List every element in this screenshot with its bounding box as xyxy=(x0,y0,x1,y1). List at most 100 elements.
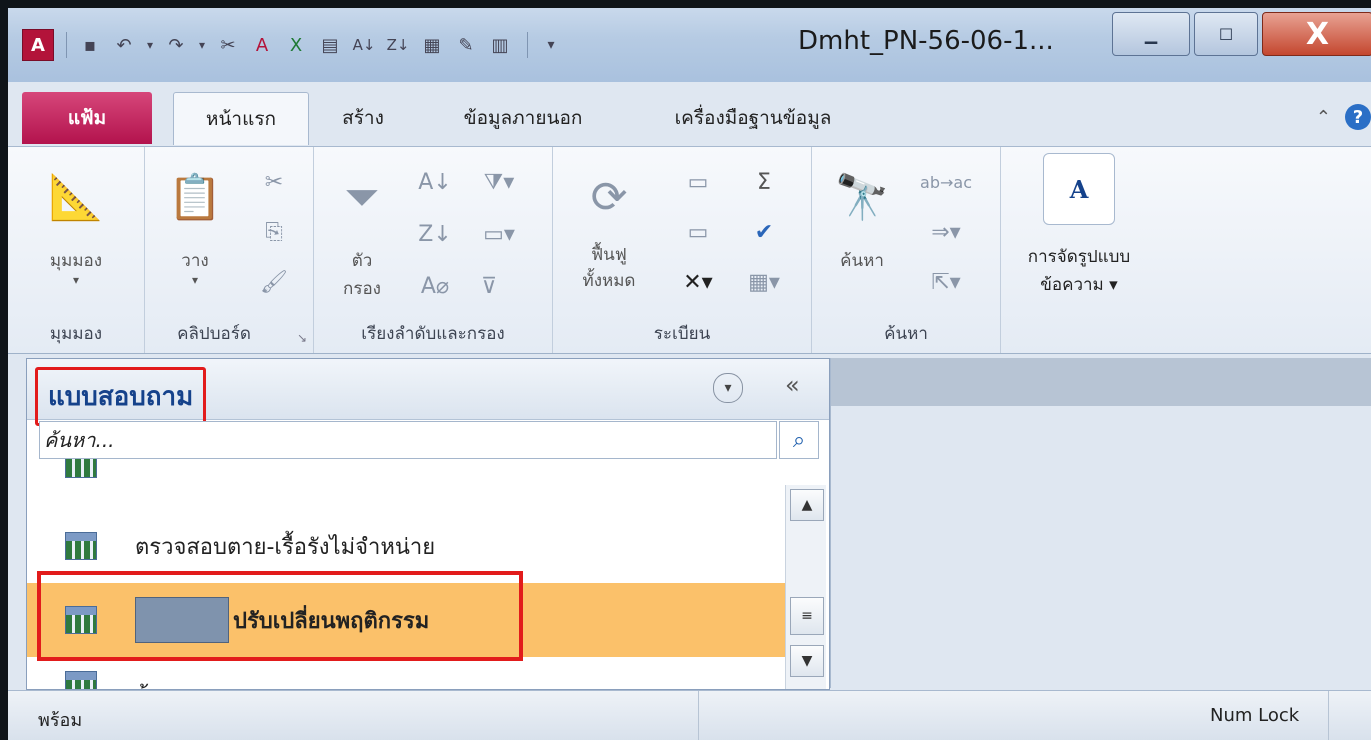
group-text-formatting: A การจัดรูปแบบ ข้อความ ▾ xyxy=(1001,147,1161,353)
tab-home[interactable]: หน้าแรก xyxy=(173,92,309,145)
navigation-pane: แบบสอบถาม ▾ « ค้นหา... ⌕ ตรวจสอบตาย-เรื้… xyxy=(26,358,830,690)
minimize-button[interactable]: ▁ xyxy=(1112,12,1190,56)
list-item-partial[interactable] xyxy=(27,459,785,483)
copy-icon[interactable]: ⎘ xyxy=(259,217,289,247)
group-clipboard: 📋 วาง ▾ ✂ ⎘ 🖌 คลิปบอร์ด ↘ xyxy=(145,147,314,353)
datasheet-icon[interactable]: ▥ xyxy=(485,30,515,60)
status-bar: พร้อม Num Lock xyxy=(8,690,1371,740)
access-window: A ▪ ↶ ▾ ↷ ▾ ✂ A X ▤ A↓ Z↓ ▦ ✎ ▥ ▾ Dmht_P… xyxy=(8,8,1371,740)
help-area: ⌃ ? xyxy=(1316,104,1371,130)
divider xyxy=(698,691,699,740)
refresh-label-1[interactable]: ฟื้นฟู xyxy=(559,241,659,268)
undo-icon[interactable]: ↶ xyxy=(109,30,139,60)
view-icon[interactable]: 📐 xyxy=(46,167,106,227)
design-icon[interactable]: ✎ xyxy=(451,30,481,60)
text-formatting-icon[interactable]: A xyxy=(1043,153,1115,225)
sort-desc-icon[interactable]: Z↓ xyxy=(383,30,413,60)
filter-label-1[interactable]: ตัว xyxy=(322,247,402,274)
query-icon xyxy=(65,459,97,478)
access-logo-icon[interactable]: A xyxy=(22,29,54,61)
import-excel-icon[interactable]: X xyxy=(281,30,311,60)
search-icon[interactable]: ⌕ xyxy=(779,421,819,459)
tab-database-tools[interactable]: เครื่องมือฐานข้อมูล xyxy=(643,92,863,144)
minimize-ribbon-icon[interactable]: ⌃ xyxy=(1316,107,1331,128)
nav-title[interactable]: แบบสอบถาม xyxy=(35,367,207,426)
redo-icon[interactable]: ↷ xyxy=(161,30,191,60)
customize-qat-icon[interactable]: ▾ xyxy=(536,30,566,60)
tab-file[interactable]: แฟ้ม xyxy=(22,92,152,144)
filter-label-2[interactable]: กรอง xyxy=(322,275,402,302)
select-icon[interactable]: ⇱▾ xyxy=(926,267,966,297)
selection-filter-icon[interactable]: ⧩▾ xyxy=(474,167,524,197)
table-icon[interactable]: ▦ xyxy=(417,30,447,60)
tab-create[interactable]: สร้าง xyxy=(328,92,398,144)
highlight-box xyxy=(37,571,523,661)
dialog-launcher-icon[interactable]: ↘ xyxy=(297,331,307,345)
search-input[interactable]: ค้นหา... xyxy=(39,421,777,459)
form-icon[interactable]: ▤ xyxy=(315,30,345,60)
cut-icon[interactable]: ✂ xyxy=(259,167,289,197)
status-text: พร้อม xyxy=(38,710,83,731)
more-icon[interactable]: ▦▾ xyxy=(739,267,789,297)
refresh-all-icon[interactable]: ⟳ xyxy=(579,167,639,227)
num-lock-indicator: Num Lock xyxy=(1210,705,1300,726)
totals-icon[interactable]: Σ xyxy=(749,167,779,197)
workspace-area xyxy=(830,358,1371,688)
nav-header: แบบสอบถาม ▾ « xyxy=(27,359,829,426)
sort-ascending-icon[interactable]: A↓ xyxy=(418,167,451,197)
collapse-icon[interactable]: « xyxy=(785,371,800,399)
spelling-icon[interactable]: ✔ xyxy=(749,217,779,247)
maximize-button[interactable]: ☐ xyxy=(1194,12,1258,56)
scroll-down-button[interactable]: ▼ xyxy=(790,645,824,677)
save-record-icon[interactable]: ▭ xyxy=(683,217,713,247)
advanced-filter-icon[interactable]: ▭▾ xyxy=(474,219,524,249)
clear-sort-icon[interactable]: A⌀ xyxy=(420,271,450,301)
close-button[interactable]: X xyxy=(1262,12,1371,56)
binoculars-icon[interactable]: 🔭 xyxy=(832,167,892,227)
list-item-label: ตรวจสอบตาย-เรื้อรังไม่จำหน่าย xyxy=(135,534,436,560)
goto-icon[interactable]: ⇒▾ xyxy=(926,217,966,247)
find-button-label[interactable]: ค้นหา xyxy=(822,247,902,274)
title-bar: A ▪ ↶ ▾ ↷ ▾ ✂ A X ▤ A↓ Z↓ ▦ ✎ ▥ ▾ Dmht_P… xyxy=(8,8,1371,82)
undo-dropdown-icon[interactable]: ▾ xyxy=(143,30,157,60)
scroll-up-button[interactable]: ▲ xyxy=(790,489,824,521)
ribbon-tabs: แฟ้ม หน้าแรก สร้าง ข้อมูลภายนอก เครื่องม… xyxy=(8,82,1371,146)
cut-icon[interactable]: ✂ xyxy=(213,30,243,60)
group-label-views: มุมมอง xyxy=(49,324,103,344)
list-item[interactable]: บ้าน xyxy=(27,657,785,689)
list-item-label: บ้าน xyxy=(135,677,176,689)
text-formatting-label-1[interactable]: การจัดรูปแบบ xyxy=(1001,243,1157,270)
window-title: Dmht_PN-56-06-1... xyxy=(798,26,1054,56)
view-button-label[interactable]: มุมมอง xyxy=(8,247,144,274)
sort-asc-icon[interactable]: A↓ xyxy=(349,30,379,60)
group-records: ⟳ ฟื้นฟู ทั้งหมด ▭ ▭ ✕▾ Σ ✔ ▦▾ ระเบียน xyxy=(553,147,812,353)
save-icon[interactable]: ▪ xyxy=(75,30,105,60)
toggle-filter-icon[interactable]: ⊽ xyxy=(474,271,504,301)
quick-access-toolbar: A ▪ ↶ ▾ ↷ ▾ ✂ A X ▤ A↓ Z↓ ▦ ✎ ▥ ▾ xyxy=(22,29,570,61)
new-record-icon[interactable]: ▭ xyxy=(683,167,713,197)
paste-button-label[interactable]: วาง xyxy=(155,247,235,274)
workspace-header xyxy=(831,358,1371,406)
scroll-thumb[interactable]: ≡ xyxy=(790,597,824,635)
redo-dropdown-icon[interactable]: ▾ xyxy=(195,30,209,60)
refresh-label-2[interactable]: ทั้งหมด xyxy=(559,267,659,294)
group-sort-filter: ⏷ ตัว กรอง A↓ Z↓ A⌀ ⧩▾ ▭▾ ⊽ เรียงลำดับแล… xyxy=(314,147,553,353)
separator xyxy=(527,32,528,58)
paste-icon[interactable]: 📋 xyxy=(165,167,225,227)
group-views: 📐 มุมมอง ▾ มุมมอง xyxy=(8,147,145,353)
help-icon[interactable]: ? xyxy=(1345,104,1371,130)
delete-record-icon[interactable]: ✕▾ xyxy=(673,267,723,297)
vertical-scrollbar[interactable]: ▲ ≡ ▼ xyxy=(785,485,826,689)
group-label-records: ระเบียน xyxy=(653,324,711,344)
chevron-down-icon[interactable]: ▾ xyxy=(155,273,235,287)
chevron-down-icon[interactable]: ▾ xyxy=(8,273,144,287)
import-access-icon[interactable]: A xyxy=(247,30,277,60)
sort-descending-icon[interactable]: Z↓ xyxy=(418,219,452,249)
text-formatting-label-2[interactable]: ข้อความ ▾ xyxy=(1001,271,1157,298)
filter-icon[interactable]: ⏷ xyxy=(332,167,392,227)
tab-external-data[interactable]: ข้อมูลภายนอก xyxy=(428,92,618,144)
replace-icon[interactable]: ab→ac xyxy=(920,167,972,197)
format-painter-icon[interactable]: 🖌 xyxy=(259,267,289,297)
nav-menu-icon[interactable]: ▾ xyxy=(713,373,743,403)
separator xyxy=(66,32,67,58)
